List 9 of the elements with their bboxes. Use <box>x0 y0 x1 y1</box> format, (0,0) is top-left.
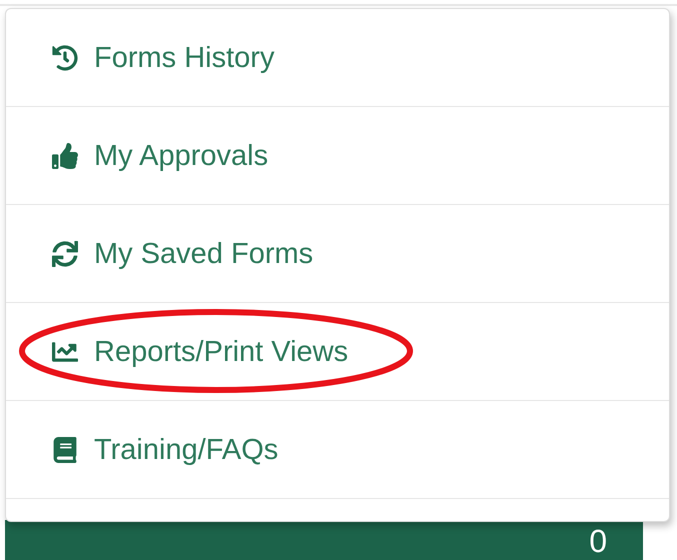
book-icon <box>52 436 78 462</box>
menu-item[interactable]: My Approvals <box>52 138 268 172</box>
menu-item[interactable]: My Saved Forms <box>52 236 314 270</box>
counter-value: 0 <box>589 522 607 560</box>
menu-item[interactable]: Training/FAQs <box>52 432 278 466</box>
refresh-icon <box>52 240 78 266</box>
thumbs-up-icon <box>52 142 78 168</box>
menu-item[interactable]: Forms History <box>52 40 274 74</box>
history-icon <box>52 44 78 70</box>
